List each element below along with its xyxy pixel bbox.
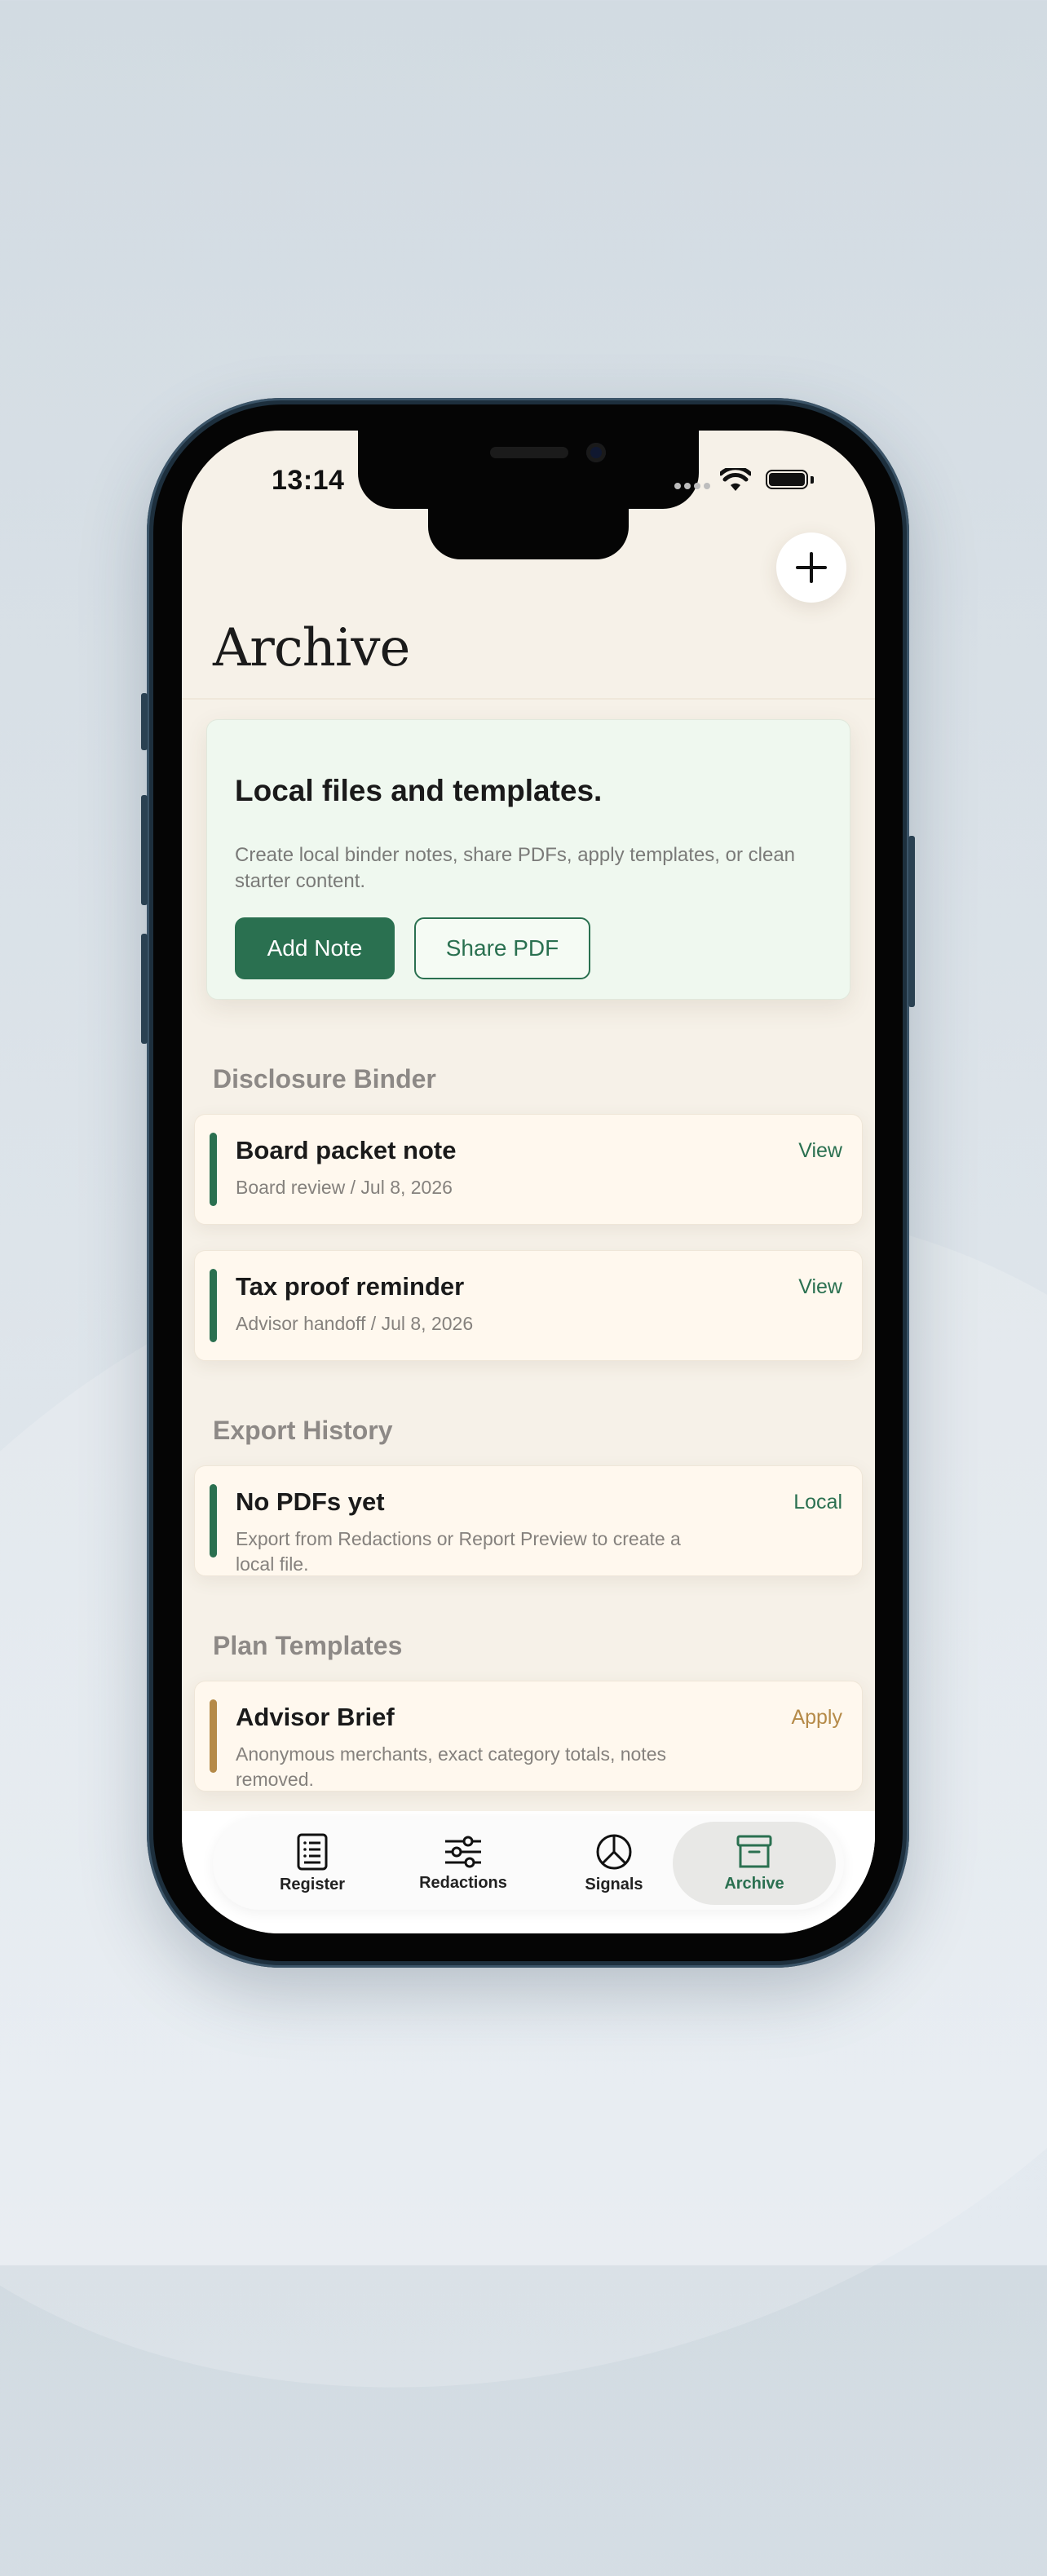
app-screen: 13:14 Archive Local files and templates.… [182,431,875,1933]
archive-box-icon [736,1835,772,1867]
hero-title: Local files and templates. [235,774,603,807]
item-title: Board packet note [236,1136,457,1164]
hero-description: Create local binder notes, share PDFs, a… [235,844,796,892]
tab-label: Signals [585,1875,643,1893]
list-item-tax-proof-reminder[interactable]: Tax proof reminder Advisor handoff / Jul… [194,1250,863,1361]
add-note-button[interactable]: Add Note [235,917,395,979]
plus-icon [796,552,827,583]
section-title-export-history: Export History [213,1416,393,1445]
item-title: Tax proof reminder [236,1272,465,1301]
view-link[interactable]: View [798,1275,842,1299]
tab-redactions[interactable]: Redactions [382,1822,545,1905]
tab-label: Register [279,1875,346,1893]
volume-down-button [141,934,148,1044]
section-title-disclosure-binder: Disclosure Binder [213,1064,436,1094]
pie-chart-icon [596,1834,632,1869]
item-title: No PDFs yet [236,1487,385,1516]
view-link[interactable]: View [798,1139,842,1163]
battery-tip [811,476,814,484]
accent-bar [210,1269,217,1342]
signal-dots-icon [674,483,710,489]
status-time: 13:14 [272,465,345,496]
item-title: Advisor Brief [236,1703,395,1731]
front-camera [586,443,606,462]
earpiece-speaker [490,447,568,458]
accent-bar [210,1133,217,1206]
item-subtitle: Export from Redactions or Report Preview… [236,1528,681,1575]
local-badge: Local [793,1491,842,1513]
wifi-icon [720,468,751,491]
list-item-no-pdfs: No PDFs yet Export from Redactions or Re… [194,1465,863,1576]
item-subtitle: Anonymous merchants, exact category tota… [236,1743,666,1790]
notch-island [428,479,629,559]
battery-icon [766,470,808,489]
volume-up-button [141,795,148,905]
add-button[interactable] [776,532,846,603]
share-pdf-button[interactable]: Share PDF [414,917,590,979]
list-item-advisor-brief[interactable]: Advisor Brief Anonymous merchants, exact… [194,1681,863,1792]
tab-label: Redactions [419,1873,507,1892]
tab-label: Archive [724,1874,784,1893]
register-list-icon [297,1833,328,1870]
apply-button[interactable]: Apply [791,1706,842,1730]
tab-signals[interactable]: Signals [532,1822,696,1905]
accent-bar [210,1484,217,1558]
item-subtitle: Board review / Jul 8, 2026 [236,1177,453,1198]
page-title: Archive [213,618,410,678]
tab-register[interactable]: Register [231,1822,394,1905]
power-button [908,836,915,1007]
item-subtitle: Advisor handoff / Jul 8, 2026 [236,1313,474,1334]
silent-switch [141,693,148,750]
tab-archive[interactable]: Archive [673,1822,836,1905]
hero-card: Local files and templates. Create local … [206,719,850,1000]
accent-bar [210,1699,217,1773]
section-title-plan-templates: Plan Templates [213,1631,403,1660]
list-item-board-packet-note[interactable]: Board packet note Board review / Jul 8, … [194,1114,863,1225]
sliders-icon [445,1836,481,1867]
tab-bar: Register Redactions Signals Archive [213,1817,844,1910]
header-divider [182,698,875,700]
